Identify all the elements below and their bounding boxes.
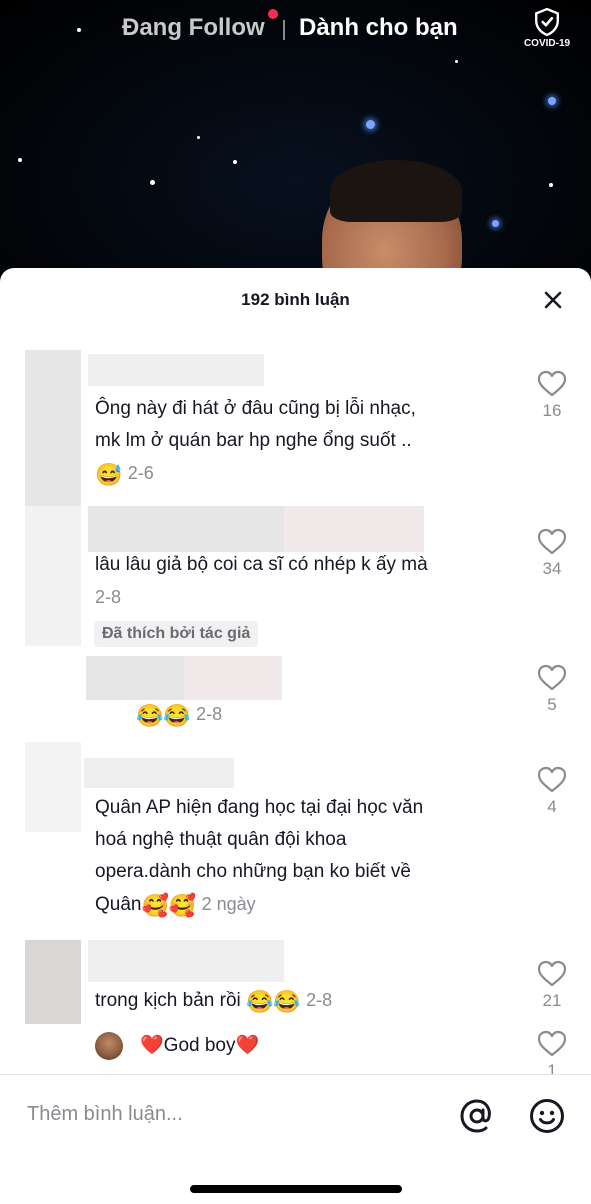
avatar-blurred[interactable] bbox=[25, 506, 81, 646]
covid-label: COVID-19 bbox=[523, 38, 571, 49]
stage-light bbox=[150, 180, 155, 185]
comment-item: lâu lâu giả bộ coi ca sĩ có nhép k ấy mà… bbox=[0, 506, 591, 647]
comment-item: 😂😂 2-8 5 bbox=[0, 656, 591, 736]
heart-outline-icon bbox=[537, 528, 567, 555]
like-count: 21 bbox=[542, 991, 562, 1010]
stage-light bbox=[455, 60, 458, 63]
comment-text: lâu lâu giả bộ coi ca sĩ có nhép k ấy mà… bbox=[95, 554, 428, 607]
tab-for-you[interactable]: Dành cho bạn bbox=[299, 14, 458, 42]
home-indicator bbox=[190, 1185, 402, 1193]
avatar[interactable] bbox=[95, 1032, 123, 1060]
stage-light bbox=[366, 120, 375, 129]
comment-date: 2-8 bbox=[306, 990, 333, 1010]
comment-text: 😂😂 2-8 bbox=[136, 698, 556, 732]
username-blurred bbox=[284, 506, 424, 552]
like-count: 4 bbox=[547, 797, 557, 816]
top-navigation: Đang Follow Dành cho bạn COVID-19 bbox=[0, 0, 591, 60]
comment-input[interactable] bbox=[27, 1099, 427, 1129]
like-button[interactable]: 5 bbox=[535, 664, 569, 715]
like-button[interactable]: 4 bbox=[535, 766, 569, 817]
at-sign-icon bbox=[460, 1099, 491, 1133]
mention-button[interactable] bbox=[458, 1097, 496, 1135]
stage-light bbox=[18, 158, 22, 162]
comment-text: Ông này đi hát ở đâu cũng bị lỗi nhạc, m… bbox=[95, 398, 416, 487]
like-count: 34 bbox=[542, 559, 562, 578]
username-blurred[interactable] bbox=[184, 656, 282, 700]
comment-input-bar bbox=[0, 1074, 591, 1204]
username-blurred[interactable] bbox=[88, 354, 264, 386]
stage-light bbox=[549, 183, 553, 187]
stage-light bbox=[197, 136, 200, 139]
tab-divider bbox=[283, 20, 285, 40]
like-button[interactable]: 16 bbox=[535, 370, 569, 421]
avatar-blurred[interactable] bbox=[25, 940, 81, 1024]
username-blurred[interactable] bbox=[88, 940, 284, 982]
comment-date: 2-6 bbox=[127, 463, 154, 483]
sheet-header: 192 bình luận bbox=[0, 268, 591, 334]
close-button[interactable] bbox=[541, 288, 565, 312]
heart-outline-icon bbox=[537, 766, 567, 793]
stage-light bbox=[492, 220, 499, 227]
liked-by-author-badge: Đã thích bởi tác giả bbox=[94, 621, 259, 647]
performer-hair bbox=[330, 160, 462, 222]
smiley-icon bbox=[530, 1099, 564, 1133]
comment-date: 2-8 bbox=[196, 704, 223, 724]
comment-item: Quân AP hiện đang học tại đại học văn ho… bbox=[0, 742, 591, 922]
avatar-blurred[interactable] bbox=[86, 656, 184, 700]
emoji: 😅 bbox=[95, 462, 123, 487]
avatar-blurred[interactable] bbox=[25, 742, 81, 832]
heart-emoji: ❤️ bbox=[140, 1035, 164, 1056]
like-count: 5 bbox=[547, 695, 557, 714]
like-button[interactable]: 21 bbox=[535, 960, 569, 1011]
username-blurred[interactable] bbox=[84, 758, 234, 788]
heart-outline-icon bbox=[537, 370, 567, 397]
shield-check-icon bbox=[535, 8, 559, 36]
comments-sheet: 192 bình luận Ông này đi hát ở đâu cũng … bbox=[0, 268, 591, 1204]
comment-count-title: 192 bình luận bbox=[241, 290, 350, 309]
tab-following[interactable]: Đang Follow bbox=[122, 14, 265, 42]
notification-dot bbox=[268, 9, 278, 19]
heart-outline-icon bbox=[537, 960, 567, 987]
username-blurred[interactable] bbox=[88, 506, 284, 552]
stage-light bbox=[233, 160, 237, 164]
comment-date: 2 ngày bbox=[201, 894, 256, 914]
like-button[interactable]: 34 bbox=[535, 528, 569, 579]
close-icon bbox=[544, 291, 562, 309]
comment-text: Quân AP hiện đang học tại đại học văn ho… bbox=[95, 797, 424, 918]
heart-outline-icon bbox=[537, 664, 567, 691]
comment-date: 2-8 bbox=[95, 587, 122, 607]
emoji: 😂😂 bbox=[246, 989, 301, 1014]
comment-item: trong kịch bản rồi 😂😂 2-8 21 bbox=[0, 938, 591, 1028]
comment-text: trong kịch bản rồi 😂😂 2-8 bbox=[95, 989, 333, 1014]
heart-emoji: ❤️ bbox=[235, 1035, 260, 1056]
covid-info-button[interactable]: COVID-19 bbox=[520, 8, 574, 49]
emoji: 🥰🥰 bbox=[141, 893, 197, 918]
stage-light bbox=[548, 97, 556, 105]
reply-text: ❤️God boy❤️ bbox=[140, 1035, 260, 1056]
like-count: 16 bbox=[542, 401, 562, 420]
heart-outline-icon bbox=[537, 1030, 567, 1057]
emoji-button[interactable] bbox=[528, 1097, 566, 1135]
emoji: 😂😂 bbox=[136, 703, 191, 728]
